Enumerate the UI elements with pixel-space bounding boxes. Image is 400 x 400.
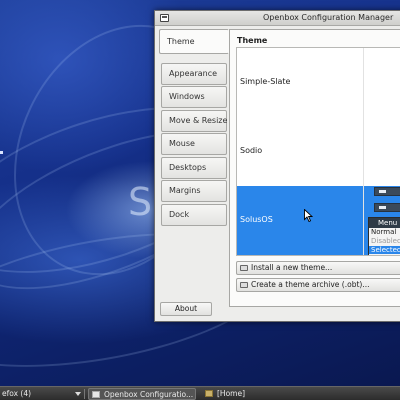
preview-menu: Menu Normal Disabled Selected [368,217,400,255]
theme-name: SolusOS [240,215,273,224]
column-divider [363,48,364,255]
taskbar: efox (4) Openbox Configuratio... [Home] [0,386,400,400]
taskbar-separator [84,389,85,399]
preview-menu-item: Normal [371,228,397,236]
theme-row[interactable]: Simple-Slate [237,48,400,117]
tab-theme[interactable]: Theme [159,29,229,54]
preview-menu-title: Menu [369,218,400,228]
settings-tabs: Theme Appearance Windows Move & Resize M… [159,29,229,309]
section-heading: Theme [237,36,268,45]
theme-row-selected[interactable]: SolusOS Menu Normal Disabled Selected [237,186,400,255]
desktop-icon-fragment[interactable] [0,151,3,154]
mouse-cursor-icon [304,209,313,222]
taskbar-home-label: [Home] [217,389,246,398]
openbox-config-window[interactable]: Openbox Configuration Manager Theme Appe… [154,10,400,322]
install-theme-button[interactable]: Install a new theme... [236,261,400,275]
taskbar-firefox[interactable]: efox (4) [2,388,74,400]
tab-dock[interactable]: Dock [161,204,227,226]
theme-panel: Theme Simple-Slate Sodio SolusOS Menu No… [229,29,400,307]
folder-icon [205,390,213,397]
tab-desktops[interactable]: Desktops [161,157,227,179]
install-theme-label: Install a new theme... [251,263,333,272]
wallpaper-logo-text: S [128,180,154,224]
create-archive-button[interactable]: Create a theme archive (.obt)... [236,278,400,292]
tab-windows[interactable]: Windows [161,86,227,108]
tab-move-resize[interactable]: Move & Resize [161,110,227,132]
app-window-icon [160,14,169,22]
taskbar-home[interactable]: [Home] [203,388,303,400]
theme-name: Sodio [240,146,263,155]
preview-titlebar [374,187,400,196]
window-titlebar[interactable]: Openbox Configuration Manager [155,11,400,26]
taskbar-openbox-label: Openbox Configuratio... [104,390,194,399]
archive-icon [240,282,248,288]
preview-menu-item-selected: Selected [369,246,400,254]
theme-name: Simple-Slate [240,77,291,86]
theme-list[interactable]: Simple-Slate Sodio SolusOS Menu Normal D… [236,47,400,256]
tab-mouse[interactable]: Mouse [161,133,227,155]
tab-margins[interactable]: Margins [161,180,227,202]
theme-row[interactable]: Sodio [237,117,400,186]
about-button[interactable]: About [160,302,212,316]
window-icon [92,391,100,398]
preview-menu-item-disabled: Disabled [371,237,400,245]
window-title: Openbox Configuration Manager [263,13,394,22]
create-archive-label: Create a theme archive (.obt)... [251,280,370,289]
taskbar-dropdown-icon[interactable] [75,392,81,396]
theme-preview: Menu Normal Disabled Selected [368,186,400,255]
taskbar-openbox-config[interactable]: Openbox Configuratio... [88,388,196,400]
install-icon [240,265,248,271]
tab-appearance[interactable]: Appearance [161,63,227,85]
preview-titlebar [374,203,400,212]
